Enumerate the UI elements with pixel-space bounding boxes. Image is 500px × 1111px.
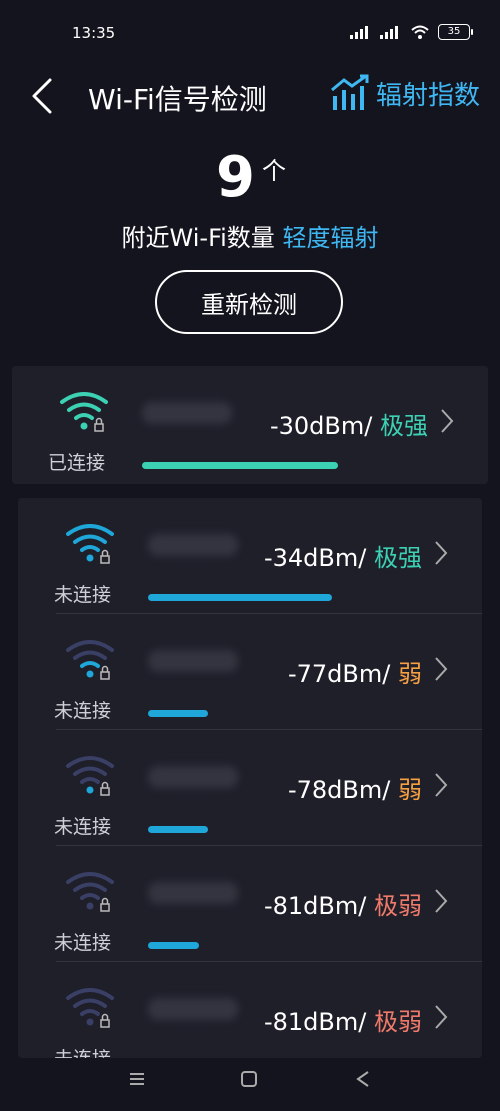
signal-dbm: -78dBm/ [287, 776, 391, 804]
signal-dbm: -34dBm/ [263, 544, 367, 572]
network-row[interactable]: 未连接 -81dBm/ 极弱 [18, 846, 482, 962]
signal-strength-bar [148, 594, 332, 601]
wifi-lock-icon [66, 988, 114, 1028]
network-row[interactable]: 未连接 -78dBm/ 弱 [18, 730, 482, 846]
status-time: 13:35 [72, 24, 116, 42]
wifi-status-icon [411, 25, 429, 39]
chevron-right-icon[interactable] [434, 888, 448, 914]
network-name-blurred [148, 534, 238, 556]
network-name-blurred [148, 882, 238, 904]
battery-icon: 35 [438, 24, 473, 40]
home-square-icon[interactable] [240, 1070, 258, 1088]
chevron-right-icon[interactable] [440, 408, 454, 434]
network-row[interactable]: 已连接 -30dBm/ 极强 [12, 366, 488, 482]
system-nav-bar [0, 1058, 500, 1111]
header: Wi-Fi信号检测 辐射指数 [0, 70, 500, 120]
radiation-level: 轻度辐射 [282, 224, 379, 252]
chevron-right-icon[interactable] [434, 772, 448, 798]
network-row[interactable]: 未连接 -34dBm/ 极强 [18, 498, 482, 614]
signal-strength-label: 极弱 [374, 892, 422, 920]
connection-state: 未连接 [54, 1044, 111, 1058]
wifi-count-unit: 个 [262, 157, 287, 185]
signal-dbm: -77dBm/ [287, 660, 391, 688]
chevron-right-icon[interactable] [434, 656, 448, 682]
connection-state: 未连接 [54, 816, 112, 838]
connected-network-card[interactable]: 已连接 -30dBm/ 极强 [12, 366, 488, 484]
status-bar: 13:35 35 [0, 0, 500, 64]
signal-reading: -81dBm/ 极弱 [264, 886, 422, 921]
signal-dbm: -81dBm/ [263, 892, 367, 920]
network-name-blurred [148, 650, 238, 672]
signal-icon-2 [380, 26, 398, 39]
signal-reading: -77dBm/ 弱 [288, 654, 422, 689]
signal-reading: -34dBm/ 极强 [264, 538, 422, 573]
wifi-lock-icon [66, 640, 114, 680]
connection-state: 已连接 [48, 452, 106, 474]
chevron-right-icon[interactable] [434, 1004, 448, 1030]
signal-strength-label: 弱 [398, 776, 422, 804]
wifi-count-caption-line: 附近Wi-Fi数量 轻度辐射 [0, 218, 500, 253]
connection-state: 未连接 [54, 700, 112, 722]
connection-state: 未连接 [54, 584, 112, 606]
page-title: Wi-Fi信号检测 [88, 83, 267, 116]
radiation-index-label: 辐射指数 [375, 80, 480, 111]
signal-reading: -30dBm/ 极强 [270, 406, 428, 441]
network-row[interactable]: 未连接 -77dBm/ 弱 [18, 614, 482, 730]
signal-strength-bar [142, 462, 338, 469]
signal-strength-bar [148, 942, 199, 949]
wifi-lock-icon [66, 872, 114, 912]
signal-reading: -81dBm/ 极弱 [264, 1002, 422, 1037]
signal-strength-label: 弱 [398, 660, 422, 688]
signal-dbm: -81dBm/ [263, 1008, 367, 1036]
signal-strength-label: 极强 [380, 412, 428, 440]
wifi-count: 9 个 [0, 145, 500, 210]
signal-reading: -78dBm/ 弱 [288, 770, 422, 805]
network-name-blurred [148, 766, 238, 788]
signal-strength-bar [148, 826, 208, 833]
network-row[interactable]: 未连接 -81dBm/ 极弱 [18, 962, 482, 1058]
signal-icon [350, 26, 368, 39]
wifi-lock-icon [66, 524, 114, 564]
menu-icon[interactable] [128, 1070, 146, 1088]
chart-trend-icon [331, 74, 369, 110]
radiation-index-button[interactable]: 辐射指数 [330, 74, 480, 112]
signal-strength-label: 极弱 [374, 1008, 422, 1036]
redetect-button[interactable]: 重新检测 [155, 270, 343, 334]
signal-strength-label: 极强 [374, 544, 422, 572]
chevron-left-icon[interactable] [28, 76, 58, 116]
network-name-blurred [148, 998, 238, 1020]
signal-strength-bar [148, 710, 208, 717]
back-triangle-icon[interactable] [354, 1070, 372, 1088]
wifi-count-caption: 附近Wi-Fi数量 [121, 224, 275, 252]
wifi-lock-icon [66, 756, 114, 796]
wifi-count-number: 9 [215, 145, 255, 210]
connection-state: 未连接 [54, 932, 112, 954]
signal-dbm: -30dBm/ [269, 412, 373, 440]
nearby-networks-list: 未连接 -34dBm/ 极强 未连接 -77dBm/ 弱 未连接 -78dBm/… [18, 498, 482, 1058]
chevron-right-icon[interactable] [434, 540, 448, 566]
network-name-blurred [142, 402, 232, 424]
wifi-lock-icon [60, 392, 108, 432]
status-icons: 35 [350, 24, 473, 40]
